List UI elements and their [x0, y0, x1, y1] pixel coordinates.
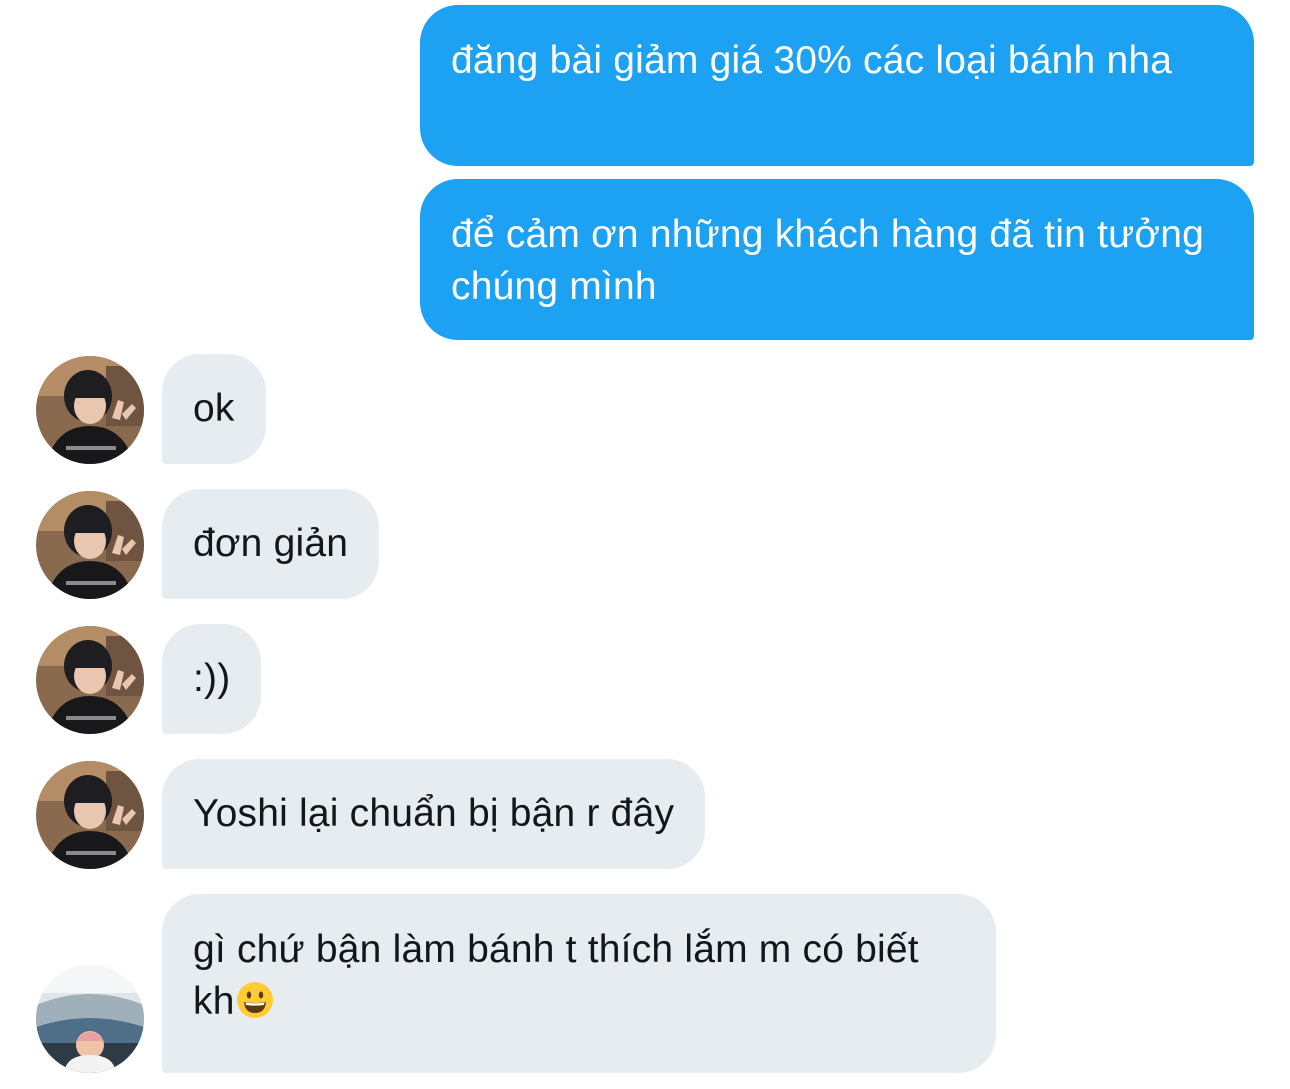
avatar-person-icon[interactable] — [36, 356, 144, 464]
message-text: :)) — [193, 657, 231, 700]
avatar-person-icon[interactable] — [36, 761, 144, 869]
message-text: Yoshi lại chuẩn bị bận r đây — [193, 792, 675, 835]
outgoing-message-bubble[interactable]: đăng bài giảm giá 30% các loại bánh nha — [420, 5, 1254, 166]
avatar-stadium-icon[interactable] — [36, 965, 144, 1073]
grinning-face-emoji-icon — [235, 980, 275, 1020]
message-text: gì chứ bận làm bánh t thích lắm m có biế… — [193, 928, 919, 1023]
incoming-message-bubble[interactable]: gì chứ bận làm bánh t thích lắm m có biế… — [162, 894, 996, 1073]
incoming-message-bubble[interactable]: Yoshi lại chuẩn bị bận r đây — [162, 759, 706, 869]
message-text: để cảm ơn những khách hàng đã tin tưởng … — [451, 213, 1204, 308]
incoming-message-bubble[interactable]: :)) — [162, 624, 262, 734]
message-text: ok — [193, 387, 235, 430]
outgoing-message-bubble[interactable]: để cảm ơn những khách hàng đã tin tưởng … — [420, 179, 1254, 340]
avatar-person-icon[interactable] — [36, 626, 144, 734]
message-text: đơn giản — [193, 522, 349, 565]
avatar-person-icon[interactable] — [36, 491, 144, 599]
incoming-message-bubble[interactable]: đơn giản — [162, 489, 380, 599]
message-text: đăng bài giảm giá 30% các loại bánh nha — [451, 39, 1173, 82]
incoming-message-bubble[interactable]: ok — [162, 354, 266, 464]
